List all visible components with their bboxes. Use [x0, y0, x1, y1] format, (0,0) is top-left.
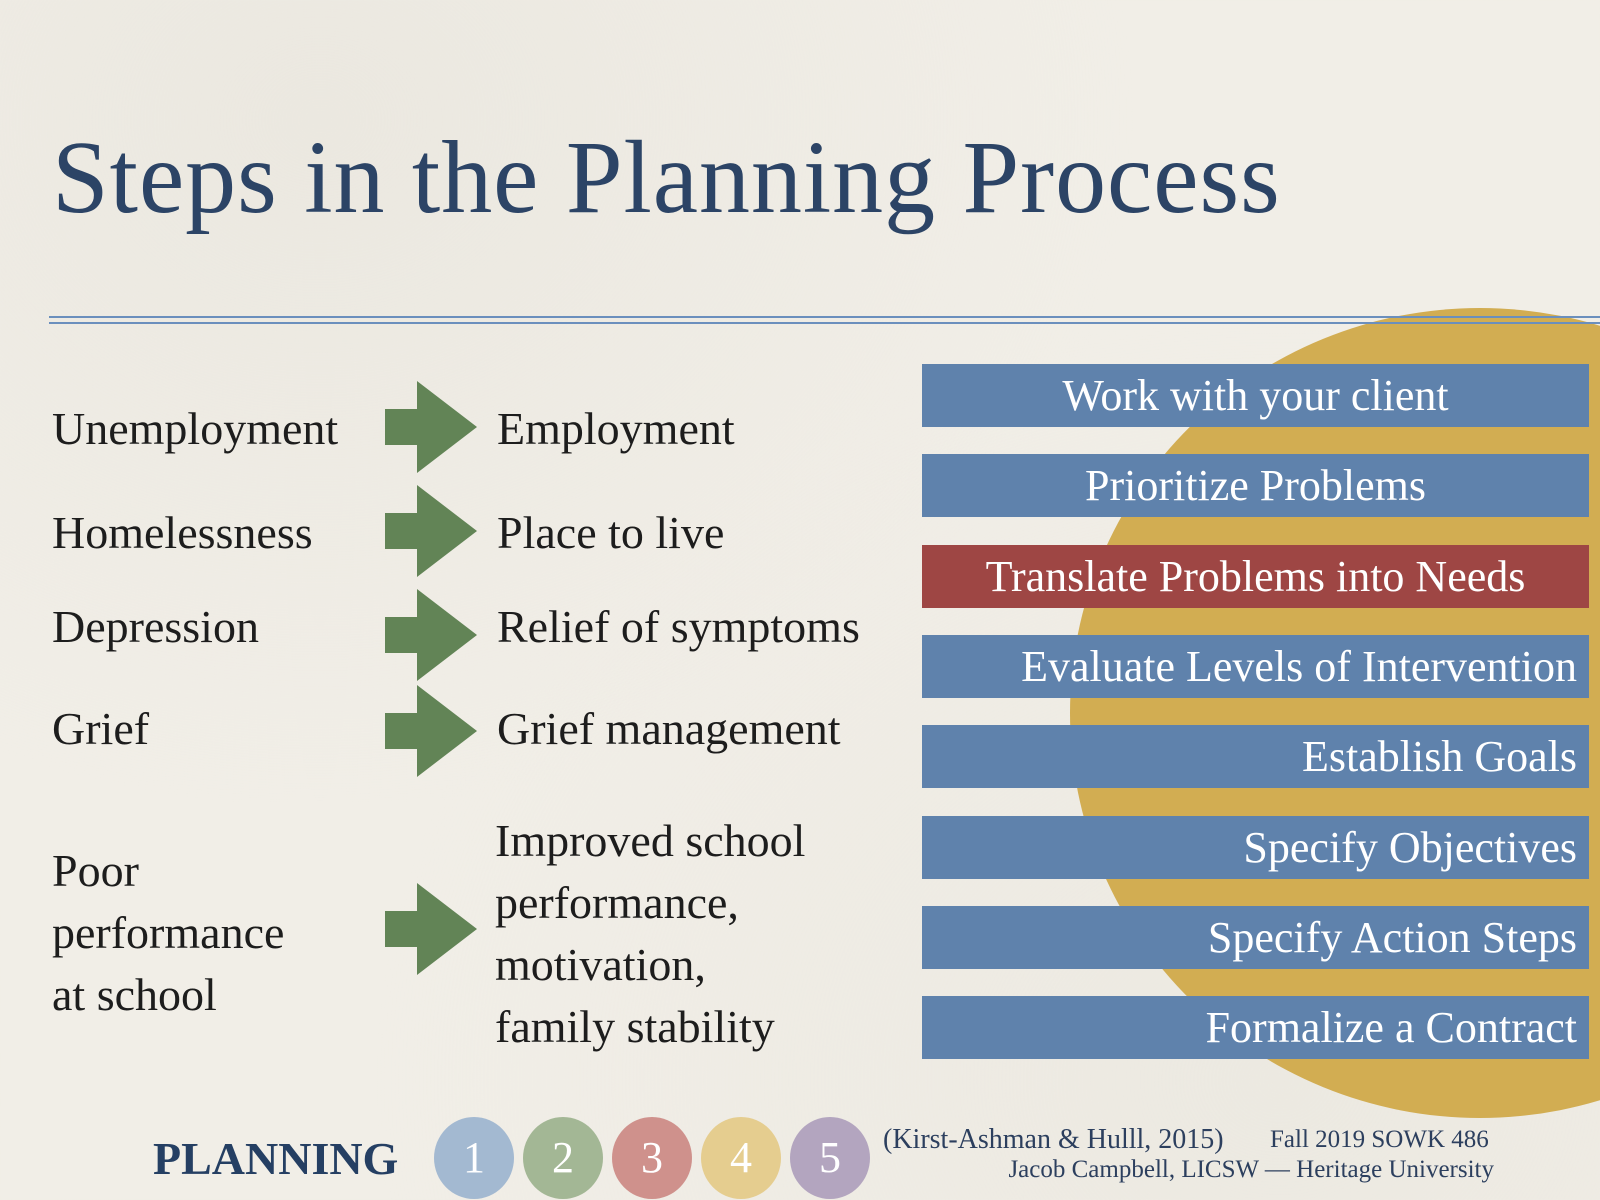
need-improved-school-line: Improved school: [495, 815, 806, 866]
need-grief-management: Grief management: [497, 703, 841, 754]
step-specify-action-steps: Specify Action Steps: [922, 906, 1589, 969]
step-prioritize-problems: Prioritize Problems: [922, 454, 1589, 517]
right-arrow-icon: [385, 883, 477, 975]
right-arrow-icon: [385, 381, 477, 473]
need-relief-of-symptoms: Relief of symptoms: [497, 601, 860, 652]
problem-grief: Grief: [52, 703, 150, 754]
step-establish-goals: Establish Goals: [922, 725, 1589, 788]
step-translate-problems-into-needs: Translate Problems into Needs: [922, 545, 1589, 608]
slide-title: Steps in the Planning Process: [52, 120, 1281, 235]
phase-3-circle[interactable]: 3: [612, 1117, 692, 1199]
step-formalize-contract: Formalize a Contract: [922, 996, 1589, 1059]
right-arrow-icon: [385, 485, 477, 577]
need-improved-school-line: performance,: [495, 877, 739, 928]
course-info: Fall 2019 SOWK 486: [1270, 1126, 1489, 1153]
footer-section-label: PLANNING: [153, 1133, 399, 1184]
title-divider: [49, 316, 1600, 318]
phase-4-circle[interactable]: 4: [701, 1117, 781, 1199]
problem-unemployment: Unemployment: [52, 403, 339, 454]
step-specify-objectives: Specify Objectives: [922, 816, 1589, 879]
slide: Steps in the Planning Process Unemployme…: [0, 0, 1600, 1200]
need-place-to-live: Place to live: [497, 507, 725, 558]
step-evaluate-levels-of-intervention: Evaluate Levels of Intervention: [922, 635, 1589, 698]
right-arrow-icon: [385, 685, 477, 777]
problem-homelessness: Homelessness: [52, 507, 313, 558]
phase-2-circle[interactable]: 2: [523, 1117, 603, 1199]
problem-poor-performance-line: performance: [52, 907, 285, 958]
title-divider: [49, 322, 1600, 324]
citation: (Kirst-Ashman & Hulll, 2015): [883, 1124, 1224, 1155]
right-arrow-icon: [385, 589, 477, 681]
need-improved-school-line: family stability: [495, 1001, 775, 1052]
step-work-with-client: Work with your client: [922, 364, 1589, 427]
problem-depression: Depression: [52, 601, 259, 652]
problem-poor-performance-line: at school: [52, 969, 217, 1020]
author-info: Jacob Campbell, LICSW — Heritage Univers…: [1008, 1156, 1494, 1183]
need-employment: Employment: [497, 403, 735, 454]
phase-1-circle[interactable]: 1: [434, 1117, 514, 1199]
problem-poor-performance-line: Poor: [52, 845, 139, 896]
phase-5-circle[interactable]: 5: [790, 1117, 870, 1199]
need-improved-school-line: motivation,: [495, 939, 706, 990]
